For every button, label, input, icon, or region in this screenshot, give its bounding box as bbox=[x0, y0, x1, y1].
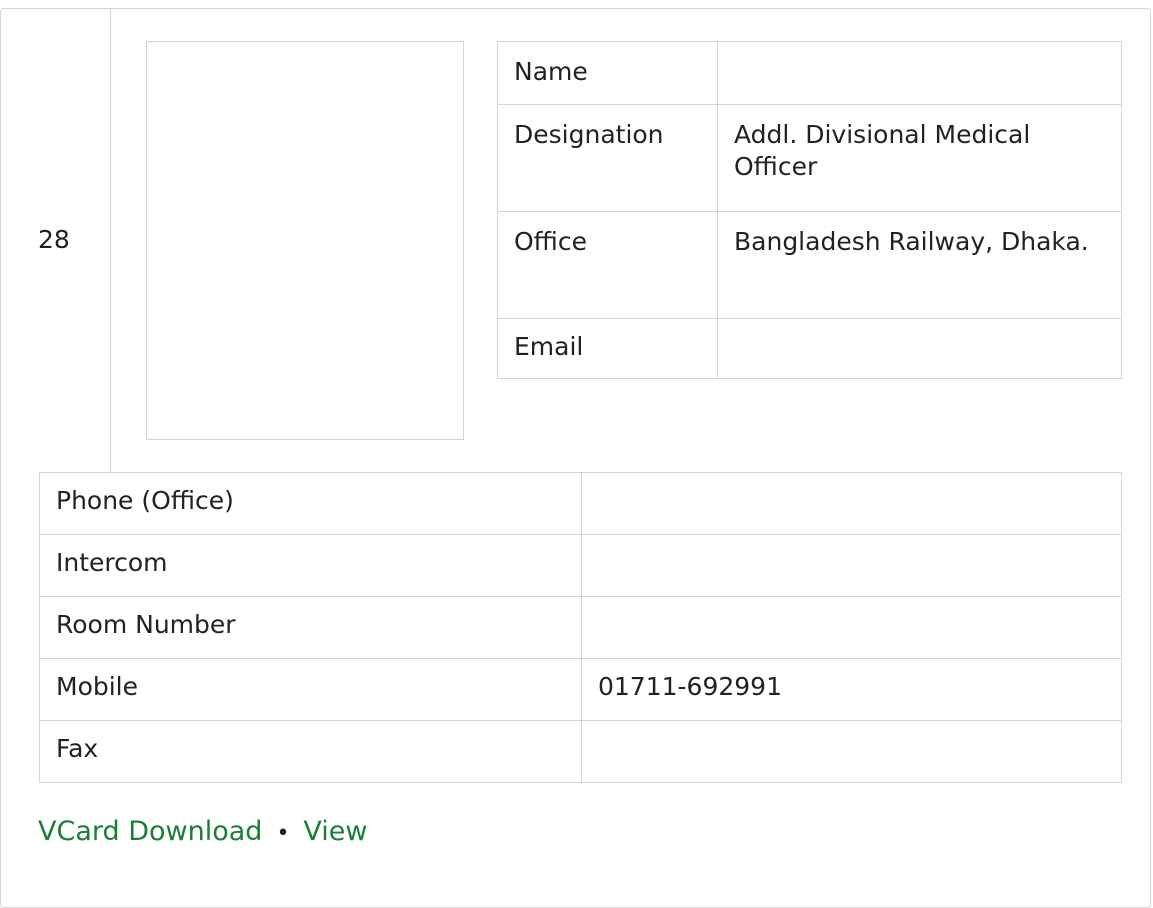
office-label: Office bbox=[497, 211, 718, 319]
employee-info-table: Name Designation Addl. Divisional Medica… bbox=[497, 41, 1122, 379]
contact-row-intercom: Intercom bbox=[39, 534, 1122, 597]
contact-row-phone: Phone (Office) bbox=[39, 472, 1122, 535]
designation-value: Addl. Divisional Medical Officer bbox=[717, 104, 1122, 212]
name-value bbox=[717, 41, 1122, 105]
serial-number: 28 bbox=[38, 225, 70, 254]
info-row-name: Name bbox=[497, 41, 1122, 105]
intercom-value bbox=[581, 534, 1122, 597]
contact-row-room: Room Number bbox=[39, 596, 1122, 659]
phone-value bbox=[581, 472, 1122, 535]
info-row-designation: Designation Addl. Divisional Medical Off… bbox=[497, 104, 1122, 212]
office-value: Bangladesh Railway, Dhaka. bbox=[717, 211, 1122, 319]
intercom-label: Intercom bbox=[39, 534, 582, 597]
contact-table: Phone (Office) Intercom Room Number Mobi… bbox=[39, 472, 1122, 783]
fax-value bbox=[581, 720, 1122, 783]
card-links: VCard Download • View bbox=[38, 816, 368, 847]
info-row-office: Office Bangladesh Railway, Dhaka. bbox=[497, 211, 1122, 319]
column-divider bbox=[110, 8, 111, 472]
email-value[interactable] bbox=[717, 318, 1122, 379]
mobile-value: 01711-692991 bbox=[581, 658, 1122, 721]
contact-row-mobile: Mobile 01711-692991 bbox=[39, 658, 1122, 721]
room-value bbox=[581, 596, 1122, 659]
link-separator: • bbox=[276, 821, 290, 846]
room-label: Room Number bbox=[39, 596, 582, 659]
email-label: Email bbox=[497, 318, 718, 379]
vcard-download-link[interactable]: VCard Download bbox=[38, 816, 262, 847]
fax-label: Fax bbox=[39, 720, 582, 783]
designation-label: Designation bbox=[497, 104, 718, 212]
name-label: Name bbox=[497, 41, 718, 105]
employee-photo bbox=[146, 41, 464, 440]
mobile-label: Mobile bbox=[39, 658, 582, 721]
contact-row-fax: Fax bbox=[39, 720, 1122, 783]
info-row-email: Email bbox=[497, 318, 1122, 379]
phone-label: Phone (Office) bbox=[39, 472, 582, 535]
view-link[interactable]: View bbox=[303, 816, 367, 847]
